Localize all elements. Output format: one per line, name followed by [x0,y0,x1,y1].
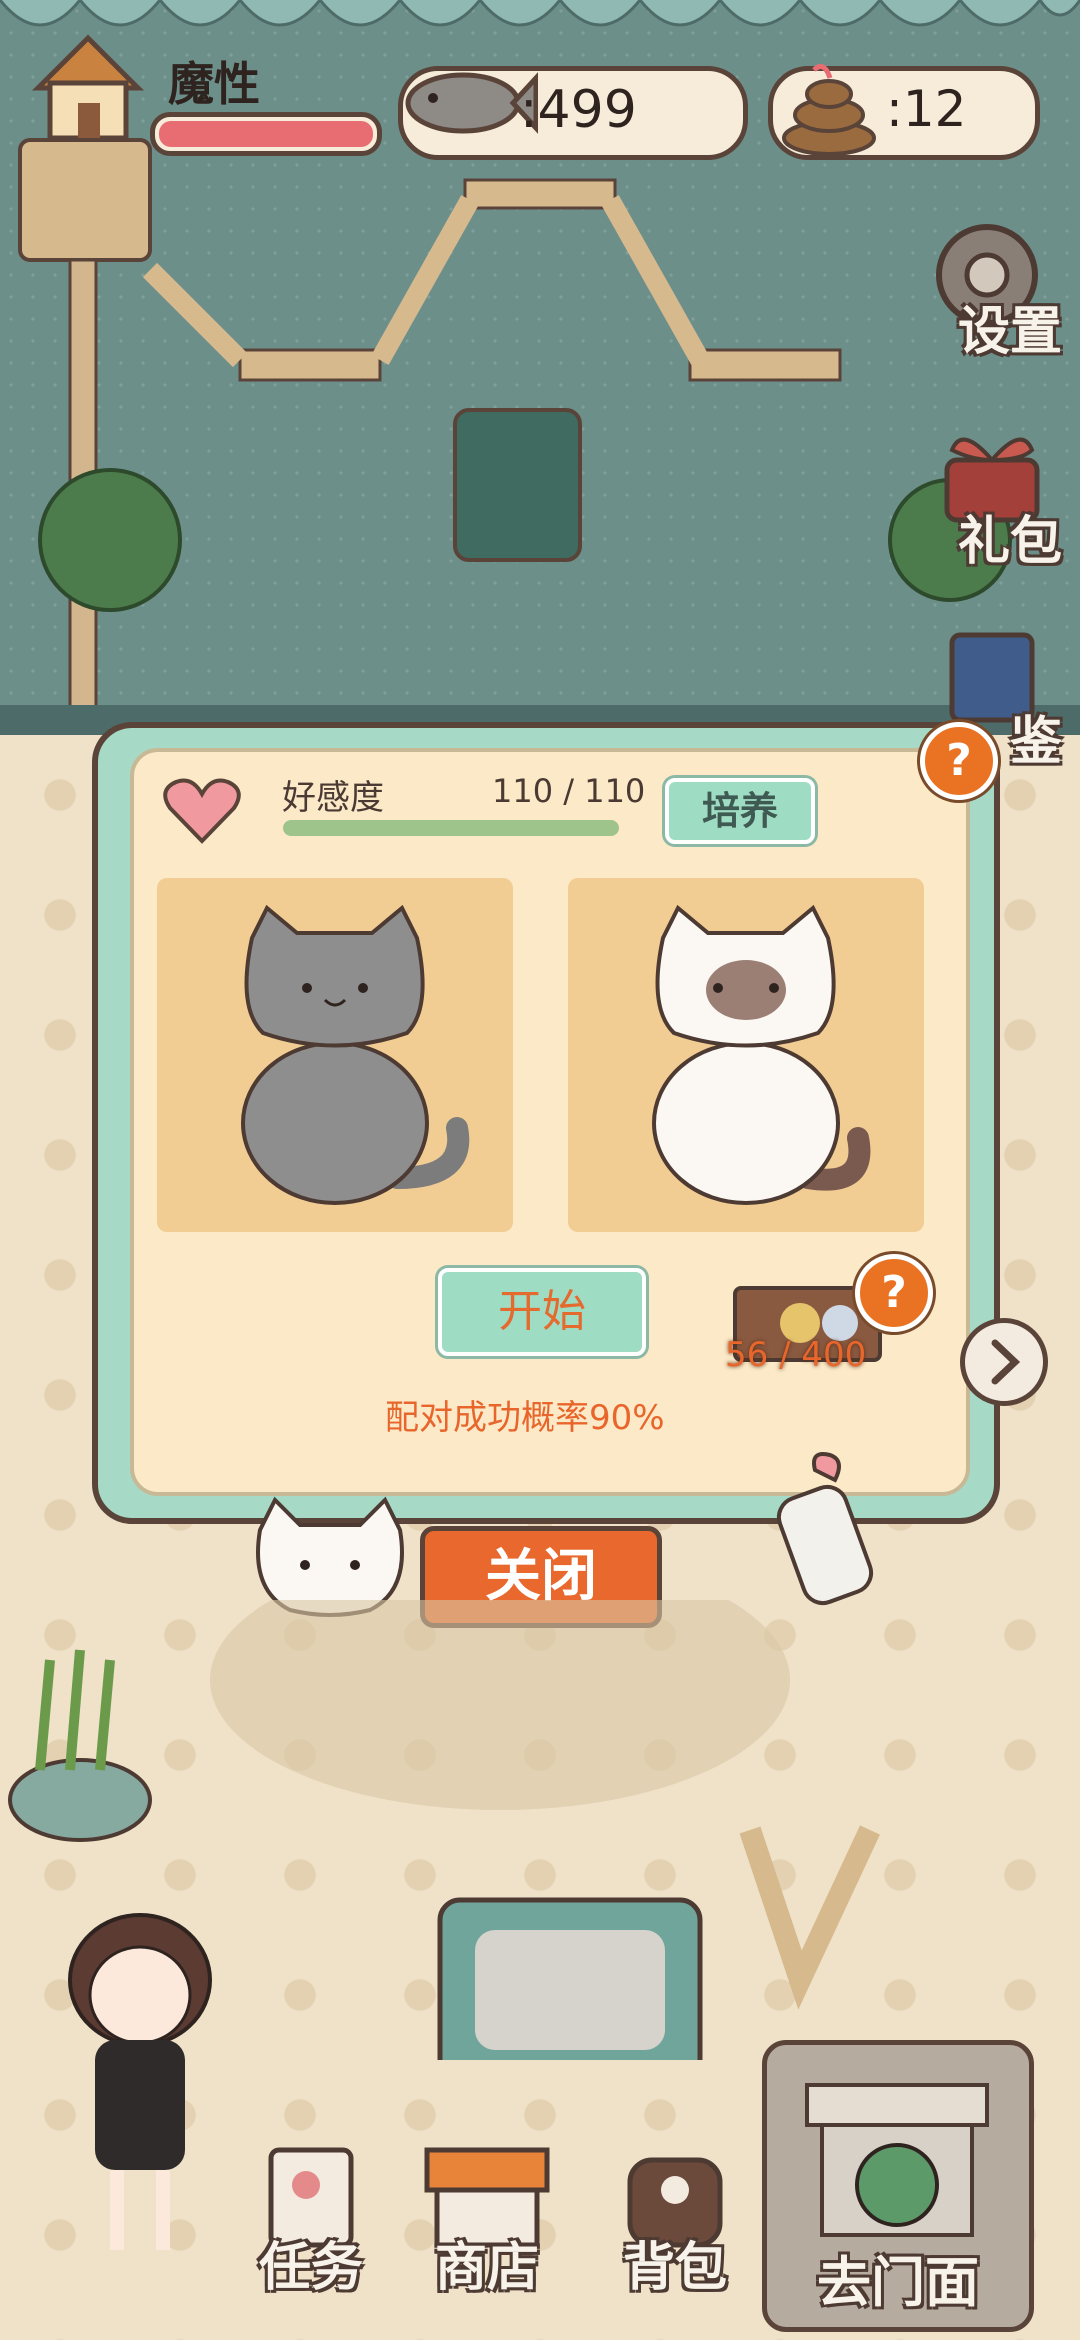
album-label: 鉴 [1009,712,1062,772]
house-icon[interactable] [28,28,148,148]
cat-slot-right[interactable] [568,878,924,1232]
settings-button[interactable]: 设置 [904,210,1072,370]
affection-bar-fill [283,820,619,836]
poop-count: :12 [886,80,967,138]
poop-icon [782,63,876,156]
next-arrow-button[interactable] [960,1318,1048,1406]
affection-label: 好感度 [282,778,384,818]
box-help-button[interactable]: ? [855,1254,933,1332]
player-name: 魔性 [168,57,260,111]
health-bar [150,112,382,156]
bag-label: 背包 [622,2238,727,2298]
tasks-label: 任务 [258,2238,363,2298]
bunting-decoration [0,0,1080,27]
tasks-button[interactable]: 任务 [236,2147,386,2300]
bag-button[interactable]: 背包 [600,2157,750,2300]
gray-tabby-cat [241,904,470,1205]
success-rate-text: 配对成功概率90% [385,1398,665,1438]
gift-pack-button[interactable]: 礼包 [904,420,1072,580]
storefront-label: 去门面 [817,2251,979,2314]
siamese-cat [652,904,871,1205]
heart-icon [163,778,241,844]
shop-label: 商店 [434,2238,539,2298]
milk-bottle-icon [776,1452,874,1606]
cat-slot-left[interactable] [157,878,513,1232]
start-breeding-button[interactable]: 开始 [438,1268,646,1356]
gift-pack-label: 礼包 [957,512,1062,572]
shop-button[interactable]: 商店 [412,2147,562,2300]
storefront-icon [805,2083,989,2237]
health-bar-fill [159,121,373,147]
fish-icon [405,72,538,134]
chevron-right-icon [991,1339,1021,1385]
affection-value: 110 / 110 [492,772,646,810]
train-button[interactable]: 培养 [665,778,815,844]
affection-bar [283,820,619,836]
box-count: 56 / 400 [725,1335,867,1375]
settings-label: 设置 [957,302,1062,362]
fish-count: :499 [520,80,637,140]
shopkeeper-girl [68,1913,212,2250]
storefront-button[interactable]: 去门面 [762,2040,1034,2332]
panel-help-button[interactable]: ? [920,722,998,800]
